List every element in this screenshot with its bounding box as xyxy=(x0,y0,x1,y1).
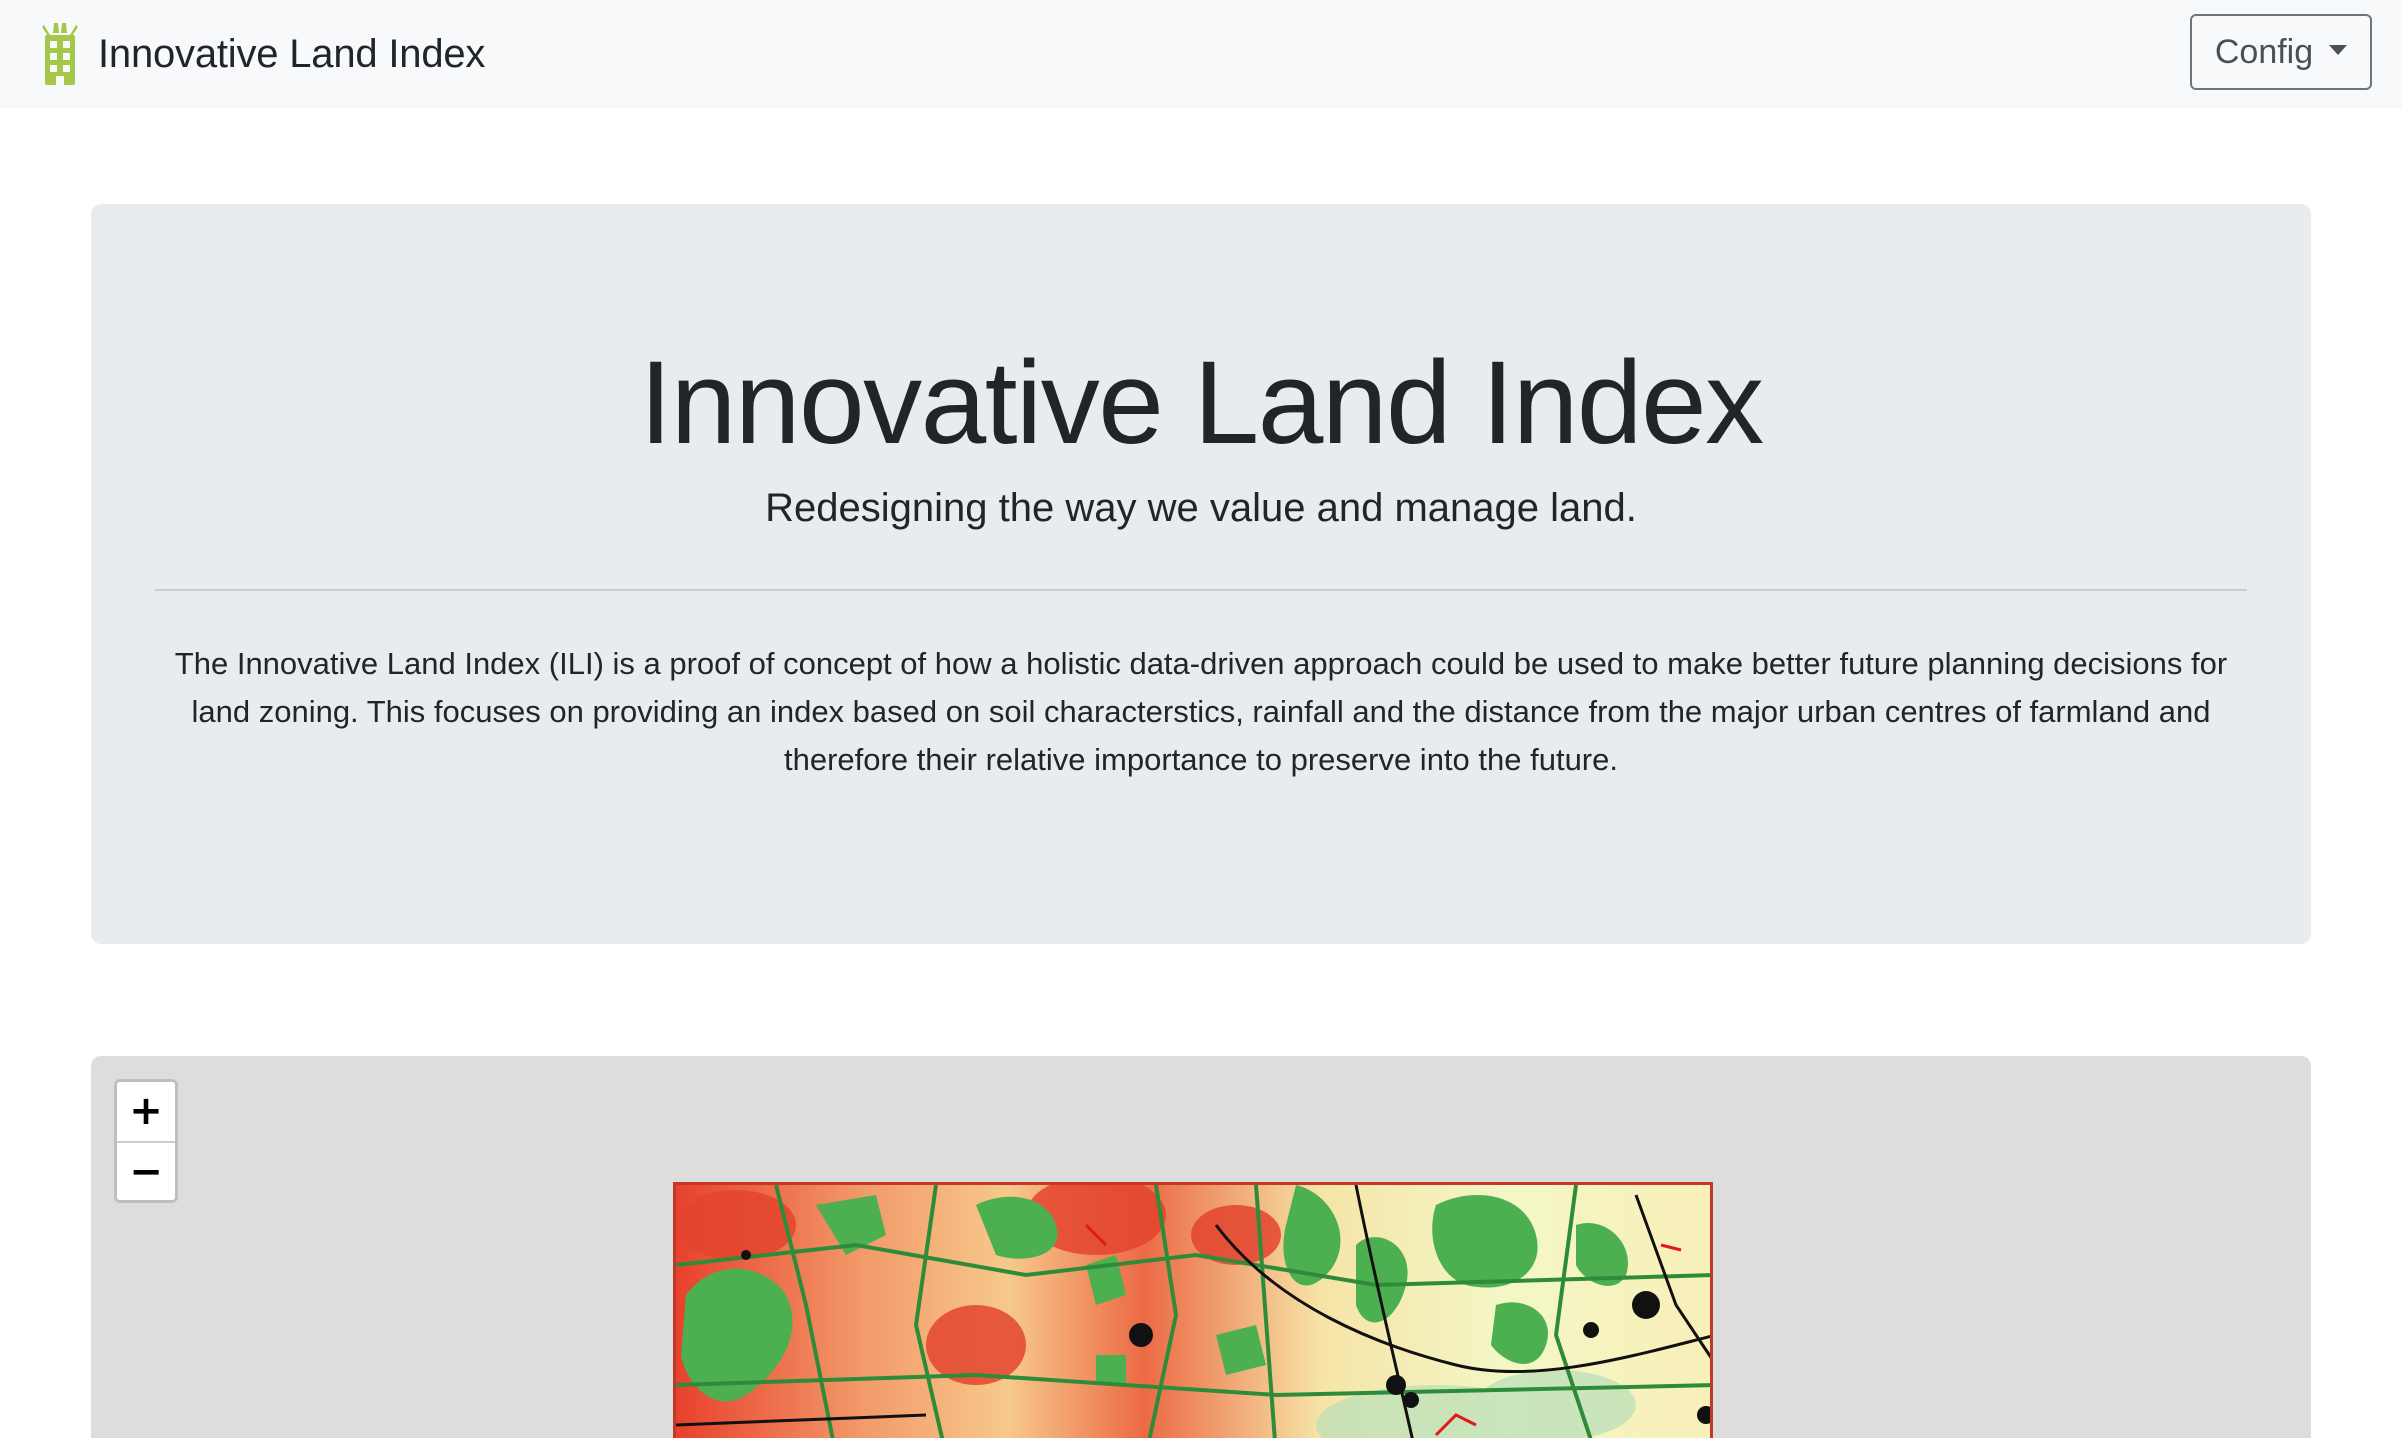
building-icon xyxy=(42,23,78,85)
divider xyxy=(155,589,2247,591)
config-label: Config xyxy=(2214,32,2314,71)
zoom-out-button[interactable]: − xyxy=(117,1141,175,1200)
caret-down-icon xyxy=(2329,45,2348,55)
page-title: Innovative Land Index xyxy=(639,337,1764,469)
page-description: The Innovative Land Index (ILI) is a pro… xyxy=(174,646,2228,777)
map-container[interactable]: + − xyxy=(91,1056,2311,1438)
config-dropdown-button[interactable]: Config xyxy=(2190,14,2372,90)
navbar: Innovative Land Index Config xyxy=(0,0,2402,108)
zoom-in-button[interactable]: + xyxy=(117,1082,175,1141)
zoom-control: + − xyxy=(114,1079,178,1203)
navbar-brand[interactable]: Innovative Land Index xyxy=(40,23,485,85)
land-index-map-image xyxy=(676,1185,1710,1438)
hero-section: Innovative Land Index Redesigning the wa… xyxy=(91,204,2311,944)
land-index-overlay[interactable] xyxy=(673,1182,1713,1438)
page-subtitle: Redesigning the way we value and manage … xyxy=(765,486,1637,530)
brand-title: Innovative Land Index xyxy=(98,31,486,76)
